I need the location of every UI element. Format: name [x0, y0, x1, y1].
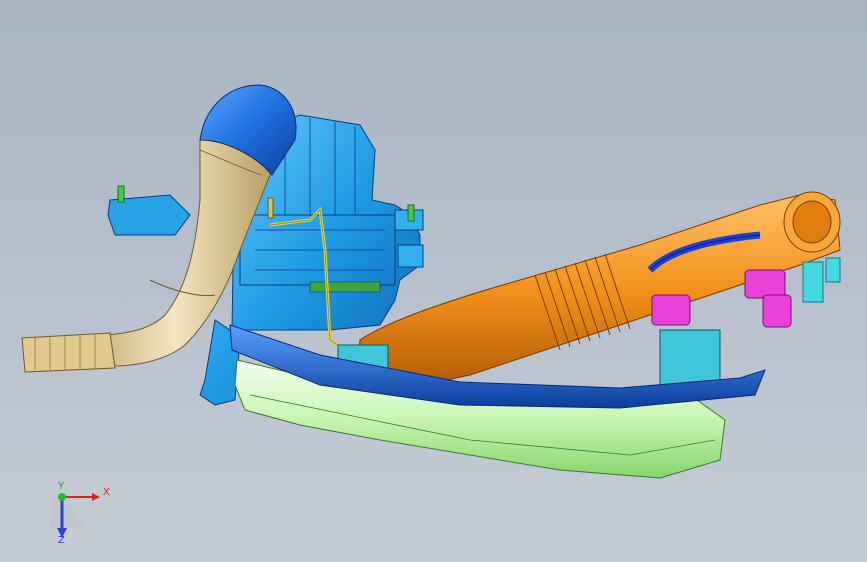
z-axis-label: Z	[58, 535, 65, 546]
coordinate-triad: X Y Z	[40, 480, 120, 550]
x-axis-label: X	[103, 487, 110, 498]
y-axis-dot	[58, 493, 66, 501]
y-axis-label: Y	[58, 481, 65, 492]
x-arrow-head	[92, 493, 100, 501]
cad-viewport[interactable]: X Y Z	[0, 0, 867, 562]
assembly-model[interactable]	[0, 0, 867, 562]
